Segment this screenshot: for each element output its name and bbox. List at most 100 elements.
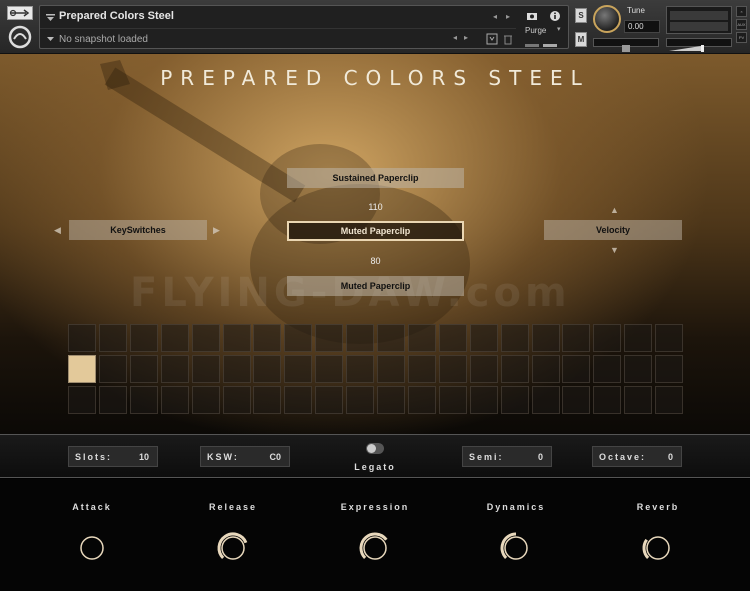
keyswitch-prev-icon[interactable]: ◀	[54, 225, 61, 236]
ksw-field[interactable]: KSW: C0	[200, 446, 290, 467]
tune-value[interactable]: 0.00	[624, 20, 660, 33]
slot-cell[interactable]	[68, 386, 96, 414]
tune-knob[interactable]	[593, 5, 621, 33]
slot-cell[interactable]	[253, 324, 282, 352]
keyswitches-selector[interactable]: KeySwitches	[69, 220, 207, 240]
slot-cell[interactable]	[160, 355, 189, 383]
slot-cell[interactable]	[253, 386, 282, 414]
instrument-name[interactable]: Prepared Colors Steel	[59, 10, 174, 22]
next-snapshot-icon[interactable]: ▸	[464, 33, 468, 42]
articulation-top-button[interactable]: Sustained Paperclip	[287, 168, 464, 188]
slot-cell[interactable]	[624, 386, 653, 414]
reverb-knob[interactable]	[641, 531, 675, 565]
slot-cell[interactable]	[315, 386, 344, 414]
slot-cell[interactable]	[129, 355, 158, 383]
purge-dropdown-icon[interactable]: ▾	[557, 25, 561, 33]
velocity-selector[interactable]: Velocity	[544, 220, 682, 240]
slot-cell[interactable]	[68, 355, 96, 383]
slot-cell[interactable]	[129, 324, 158, 352]
slot-cell[interactable]	[531, 355, 560, 383]
slot-cell[interactable]	[407, 386, 436, 414]
slot-cell[interactable]	[284, 355, 313, 383]
velocity-down-icon[interactable]: ▼	[610, 245, 619, 255]
slot-cell[interactable]	[253, 355, 282, 383]
slot-cell[interactable]	[655, 324, 684, 352]
slot-cell[interactable]	[315, 324, 344, 352]
slot-cell[interactable]	[68, 324, 96, 352]
slot-cell[interactable]	[222, 355, 251, 383]
aux-button[interactable]: AUX	[736, 19, 747, 30]
slot-cell[interactable]	[562, 386, 591, 414]
slot-cell[interactable]	[469, 386, 498, 414]
volume-slider[interactable]	[666, 38, 732, 52]
slot-cell[interactable]	[377, 386, 405, 414]
keyswitch-next-icon[interactable]: ▶	[213, 225, 220, 236]
slot-cell[interactable]	[98, 324, 127, 352]
pv-button[interactable]: PV	[736, 32, 747, 43]
slots-field[interactable]: Slots: 10	[68, 446, 158, 467]
solo-button[interactable]: S	[575, 8, 587, 23]
slot-cell[interactable]	[315, 355, 344, 383]
slot-cell[interactable]	[407, 324, 436, 352]
close-instrument-icon[interactable]: ×	[736, 6, 747, 17]
slot-cell[interactable]	[284, 386, 313, 414]
slot-cell[interactable]	[191, 386, 220, 414]
slot-cell[interactable]	[562, 324, 591, 352]
slot-cell[interactable]	[469, 355, 498, 383]
info-icon[interactable]	[549, 10, 561, 22]
slot-cell[interactable]	[98, 355, 127, 383]
slot-cell[interactable]	[377, 355, 405, 383]
expression-knob[interactable]	[358, 531, 392, 565]
pan-slider[interactable]	[593, 38, 659, 52]
slot-cell[interactable]	[469, 324, 498, 352]
slot-cell[interactable]	[593, 324, 622, 352]
slot-cell[interactable]	[562, 355, 591, 383]
slot-cell[interactable]	[438, 386, 467, 414]
slot-cell[interactable]	[438, 324, 467, 352]
slot-cell[interactable]	[531, 324, 560, 352]
slot-cell[interactable]	[160, 324, 189, 352]
prev-instrument-icon[interactable]: ◂	[493, 12, 497, 21]
instrument-menu-arrow-icon[interactable]	[46, 14, 55, 22]
next-instrument-icon[interactable]: ▸	[506, 12, 510, 21]
articulation-selected-button[interactable]: Muted Paperclip	[287, 221, 464, 241]
wrench-icon[interactable]	[7, 6, 33, 20]
slot-cell[interactable]	[593, 355, 622, 383]
slot-cell[interactable]	[346, 386, 375, 414]
slot-cell[interactable]	[407, 355, 436, 383]
mute-button[interactable]: M	[575, 32, 587, 47]
save-snapshot-icon[interactable]	[486, 33, 498, 45]
delete-snapshot-icon[interactable]	[502, 33, 514, 45]
slot-cell[interactable]	[624, 355, 653, 383]
velocity-up-icon[interactable]: ▲	[610, 205, 619, 215]
slot-cell[interactable]	[346, 324, 375, 352]
camera-icon[interactable]	[526, 10, 538, 22]
snapshot-name[interactable]: No snapshot loaded	[59, 34, 148, 45]
slot-cell[interactable]	[624, 324, 653, 352]
purge-label[interactable]: Purge	[525, 26, 546, 35]
slot-cell[interactable]	[655, 386, 684, 414]
snapshot-menu-arrow-icon[interactable]	[46, 35, 55, 43]
slot-cell[interactable]	[222, 386, 251, 414]
slot-cell[interactable]	[129, 386, 158, 414]
slot-cell[interactable]	[160, 386, 189, 414]
slot-cell[interactable]	[191, 324, 220, 352]
slot-cell[interactable]	[500, 324, 529, 352]
slot-cell[interactable]	[346, 355, 375, 383]
semi-field[interactable]: Semi: 0	[462, 446, 552, 467]
velocity-high-value[interactable]: 110	[287, 202, 464, 212]
dynamics-knob[interactable]	[499, 531, 533, 565]
octave-field[interactable]: Octave: 0	[592, 446, 682, 467]
attack-knob[interactable]	[75, 531, 109, 565]
legato-toggle[interactable]	[366, 443, 384, 454]
slot-cell[interactable]	[98, 386, 127, 414]
slot-cell[interactable]	[500, 355, 529, 383]
slot-cell[interactable]	[377, 324, 405, 352]
release-knob[interactable]	[216, 531, 250, 565]
slot-cell[interactable]	[531, 386, 560, 414]
velocity-low-value[interactable]: 80	[287, 256, 464, 266]
articulation-bottom-button[interactable]: Muted Paperclip	[287, 276, 464, 296]
slot-cell[interactable]	[593, 386, 622, 414]
slot-cell[interactable]	[222, 324, 251, 352]
slot-cell[interactable]	[191, 355, 220, 383]
